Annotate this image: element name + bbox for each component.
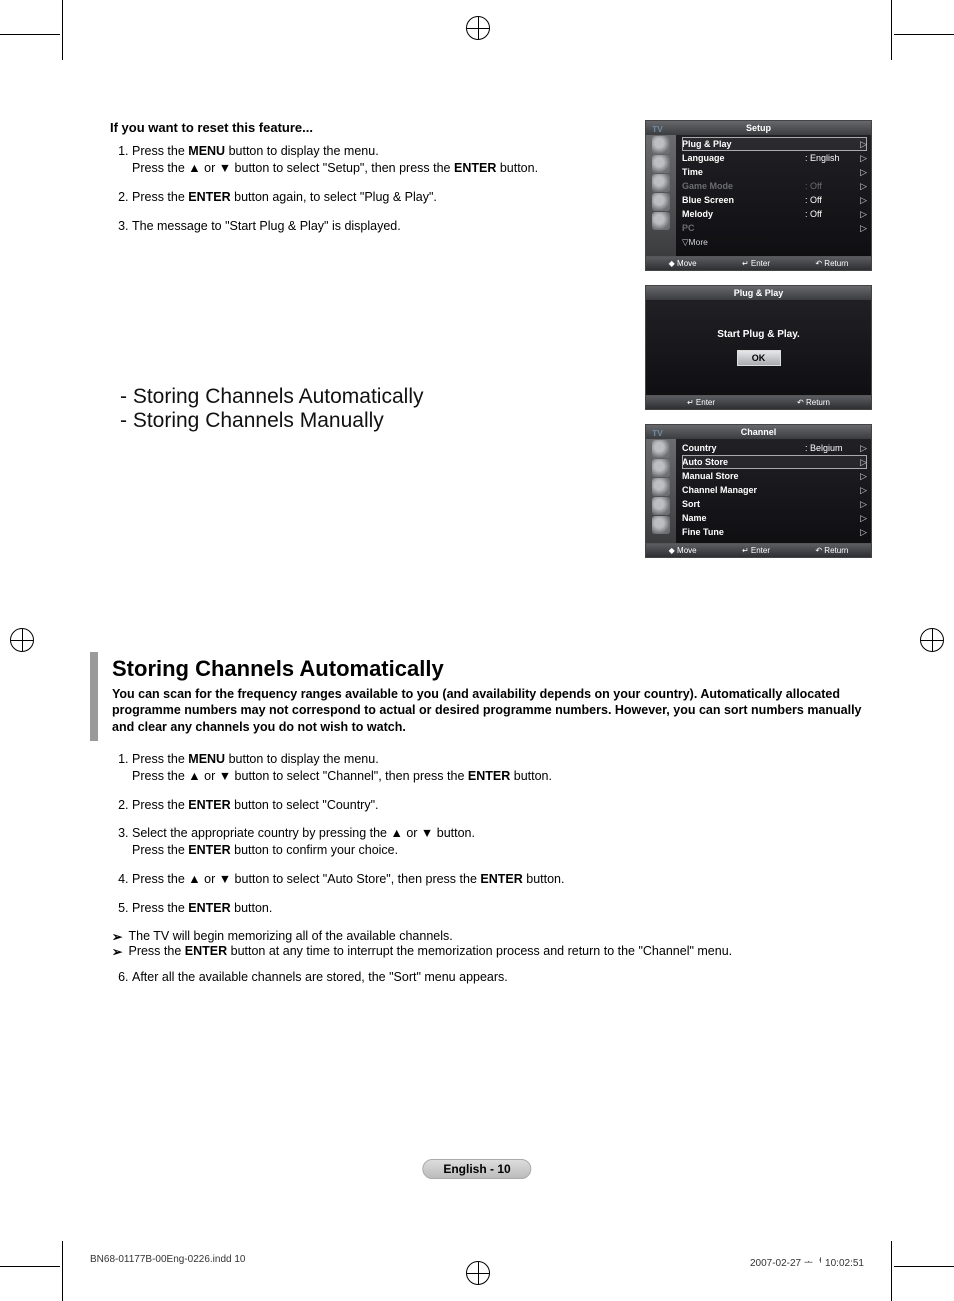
osd-row: Game Mode: Off▷	[682, 179, 867, 193]
osd-setup: Setup TV Plug & Play▷Language: English▷T…	[645, 120, 872, 271]
osd-row: Country: Belgium▷	[682, 441, 867, 455]
osd-row: Blue Screen: Off▷	[682, 193, 867, 207]
osd-row: Channel Manager▷	[682, 483, 867, 497]
reset-step-2: Press the ENTER button again, to select …	[132, 189, 625, 206]
osd-tv-label: TV	[652, 124, 663, 134]
sec-step-3: Select the appropriate country by pressi…	[132, 825, 870, 859]
sec-step-5: Press the ENTER button.	[132, 900, 870, 917]
sec-step-6: After all the available channels are sto…	[132, 969, 870, 986]
registration-mark-icon	[10, 628, 34, 652]
note-2: ➢Press the ENTER button at any time to i…	[112, 944, 870, 959]
page-number-pill: English - 10	[422, 1159, 531, 1179]
osd-tv-label: TV	[652, 428, 663, 438]
osd-row: Auto Store▷	[682, 455, 867, 469]
osd-foot-enter: ↵ Enter	[742, 259, 770, 268]
osd-row: Fine Tune▷	[682, 525, 867, 539]
osd-row: Melody: Off▷	[682, 207, 867, 221]
osd-dialog-message: Start Plug & Play.	[717, 329, 800, 340]
osd-row: PC▷	[682, 221, 867, 235]
footer-right: 2007-02-27 ᅩᅥ 10:02:51	[750, 1254, 864, 1269]
dash-item-auto: - Storing Channels Automatically	[120, 385, 625, 409]
osd-foot-enter: ↵ Enter	[687, 398, 715, 407]
sec-step-2: Press the ENTER button to select "Countr…	[132, 797, 870, 814]
osd-row: Plug & Play▷	[682, 137, 867, 151]
osd-row: Name▷	[682, 511, 867, 525]
osd-foot-return: ↶ Return	[797, 398, 830, 407]
osd-row: Sort▷	[682, 497, 867, 511]
osd-dialog-title: Plug & Play	[646, 286, 871, 300]
ok-button[interactable]: OK	[737, 350, 781, 366]
osd-foot-move: ◆ Move	[669, 546, 697, 555]
sec-step-1: Press the MENU button to display the men…	[132, 751, 870, 785]
osd-more: ▽More	[682, 235, 867, 252]
osd-foot-enter: ↵ Enter	[742, 546, 770, 555]
section-title: Storing Channels Automatically	[112, 656, 870, 682]
osd-setup-title: Setup	[646, 121, 871, 135]
osd-row: Language: English▷	[682, 151, 867, 165]
reset-step-3: The message to "Start Plug & Play" is di…	[132, 218, 625, 235]
osd-plug-play-dialog: Plug & Play Start Plug & Play. OK ↵ Ente…	[645, 285, 872, 410]
footer-left: BN68-01177B-00Eng-0226.indd 10	[90, 1254, 246, 1269]
registration-mark-icon	[920, 628, 944, 652]
sec-step-4: Press the ▲ or ▼ button to select "Auto …	[132, 871, 870, 888]
note-1: ➢The TV will begin memorizing all of the…	[112, 929, 870, 944]
osd-foot-move: ◆ Move	[669, 259, 697, 268]
osd-channel-title: Channel	[646, 425, 871, 439]
section-desc: You can scan for the frequency ranges av…	[112, 686, 870, 735]
osd-row: Time▷	[682, 165, 867, 179]
reset-heading: If you want to reset this feature...	[110, 120, 625, 135]
osd-foot-return: ↶ Return	[815, 259, 848, 268]
reset-step-1: Press the MENU button to display the men…	[132, 143, 625, 177]
registration-mark-icon	[466, 16, 490, 40]
dash-item-manual: - Storing Channels Manually	[120, 409, 625, 433]
osd-foot-return: ↶ Return	[815, 546, 848, 555]
osd-row: Manual Store▷	[682, 469, 867, 483]
osd-channel: Channel TV Country: Belgium▷Auto Store▷M…	[645, 424, 872, 558]
